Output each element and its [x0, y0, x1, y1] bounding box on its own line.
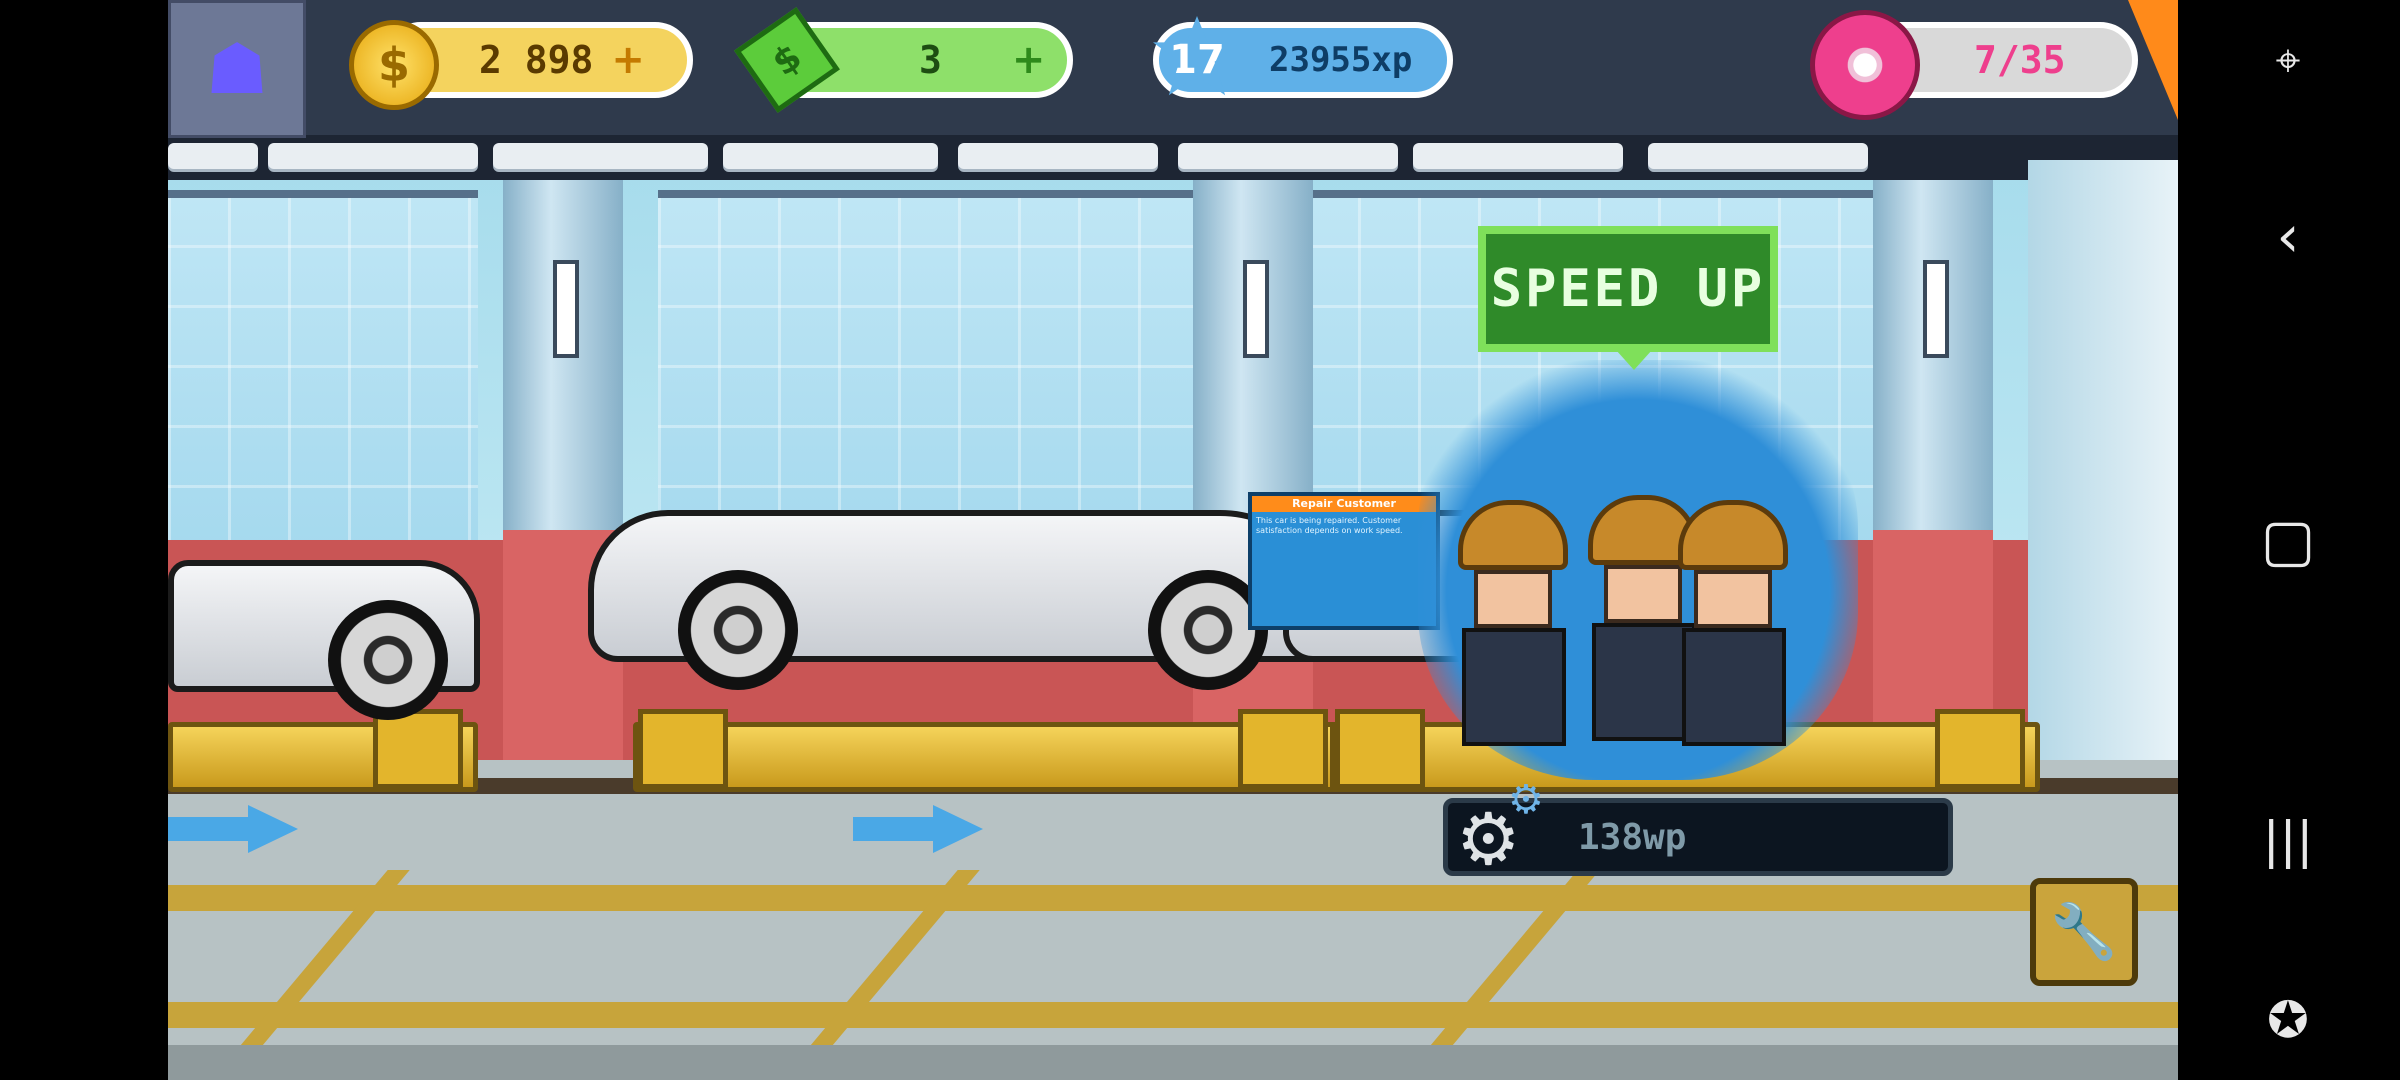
- ceiling-light: [168, 143, 258, 169]
- conveyor-arrow: [168, 817, 248, 841]
- game-viewport[interactable]: Repair Customer This car is being repair…: [168, 0, 2178, 1080]
- conveyor-arrow-icon: [248, 805, 298, 853]
- coins-value: 2 898: [479, 38, 594, 82]
- conveyor-platform: [633, 709, 1343, 792]
- xp-value: 23955xp: [1269, 40, 1413, 80]
- conveyor-arrow: [853, 817, 933, 841]
- xp-counter: 17 23955xp: [1153, 16, 1453, 98]
- add-coins-button[interactable]: +: [611, 37, 645, 83]
- info-panel[interactable]: Repair Customer This car is being repair…: [1248, 492, 1440, 630]
- conveyor-platform: [168, 709, 478, 792]
- floor-stripe: [168, 885, 2178, 911]
- conveyor-arrow-icon: [933, 805, 983, 853]
- pillar: [1873, 180, 1993, 760]
- ceiling-light: [1648, 143, 1868, 169]
- ceiling-light: [723, 143, 938, 169]
- ceiling-light: [1178, 143, 1398, 169]
- info-panel-title: Repair Customer: [1252, 496, 1436, 512]
- player-avatar[interactable]: ☗: [168, 0, 306, 138]
- gamepad-icon[interactable]: ✪: [2248, 980, 2328, 1060]
- donut-value: 7/35: [1974, 38, 2066, 82]
- cursor-icon[interactable]: ⌖: [2248, 20, 2328, 100]
- coins-counter[interactable]: $ 2 898 +: [349, 20, 693, 110]
- back-button[interactable]: ‹: [2248, 196, 2328, 276]
- donut-counter[interactable]: 7/35: [1810, 10, 2138, 120]
- gear-small-icon: ⚙: [1508, 777, 1544, 823]
- system-nav-bar: ⌖ ‹ ▢ ||| ✪: [2178, 0, 2400, 1080]
- car-convertible[interactable]: [588, 440, 1348, 700]
- right-wall: [2028, 160, 2178, 840]
- ceiling-light: [493, 143, 708, 169]
- ceiling-light: [1413, 143, 1623, 169]
- speed-up-button[interactable]: SPEED UP: [1478, 226, 1778, 352]
- home-button[interactable]: ▢: [2248, 500, 2328, 580]
- mechanic[interactable]: [1458, 500, 1568, 746]
- donut-icon: [1810, 10, 1920, 120]
- cash-value: 3: [919, 38, 942, 82]
- ceiling-light: [958, 143, 1158, 169]
- car-left[interactable]: [168, 480, 480, 720]
- avatar-icon: ☗: [205, 28, 269, 110]
- speed-up-pointer: [1616, 350, 1652, 370]
- wrench-button[interactable]: 🔧: [2030, 878, 2138, 986]
- coin-icon: $: [349, 20, 439, 110]
- work-points-value: 138wp: [1578, 816, 1687, 858]
- add-cash-button[interactable]: +: [1012, 37, 1046, 83]
- cash-counter[interactable]: $ 3 +: [734, 7, 1073, 113]
- floor-stripe: [168, 1002, 2178, 1028]
- mechanic[interactable]: [1678, 500, 1788, 746]
- ceiling-light: [268, 143, 478, 169]
- info-panel-text: This car is being repaired. Customer sat…: [1256, 516, 1403, 535]
- floor-edge: [168, 1045, 2178, 1080]
- work-points-bar: ⚙ ⚙ 138wp: [1443, 777, 1953, 881]
- recents-button[interactable]: |||: [2248, 800, 2328, 880]
- wrench-icon: 🔧: [2050, 900, 2118, 963]
